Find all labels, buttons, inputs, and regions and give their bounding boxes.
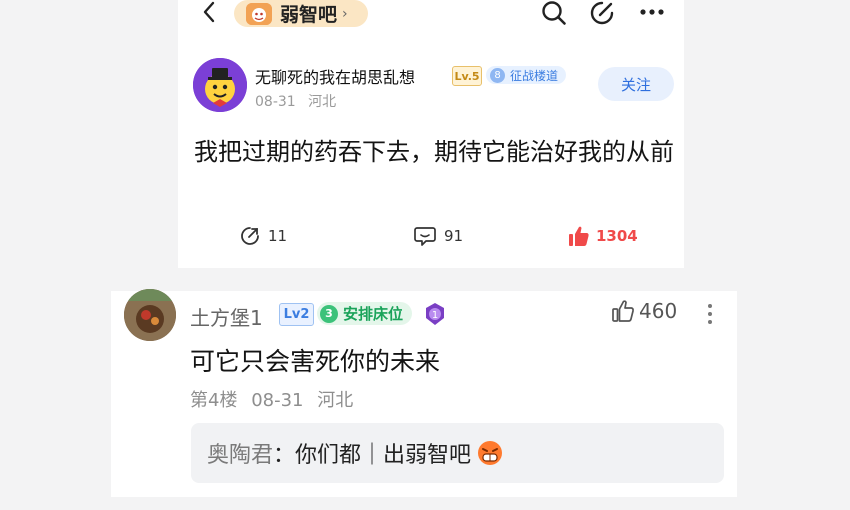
- reply-text: ：你们都｜出弱智吧: [273, 443, 472, 468]
- comment-count: 91: [444, 227, 464, 245]
- more-vertical-icon: [708, 304, 712, 324]
- edit-icon: [590, 1, 614, 25]
- post-title-label: 征战楼道: [510, 68, 559, 83]
- comment-more-button[interactable]: [698, 300, 722, 328]
- comment-button[interactable]: 91: [414, 226, 463, 246]
- follow-button[interactable]: 关注: [598, 67, 674, 101]
- medal-number: 1: [432, 310, 438, 321]
- comment-text: 可它只会害死你的未来: [190, 347, 441, 376]
- edit-button[interactable]: [588, 0, 616, 26]
- forum-name: 弱智吧: [280, 4, 338, 26]
- post-title-badge: 8 征战楼道: [486, 66, 567, 84]
- comment-date: 08-31: [251, 390, 304, 411]
- comment-location: 河北: [317, 390, 354, 411]
- post-title-number: 8: [490, 67, 505, 83]
- thumbs-up-outline-icon: [612, 300, 634, 322]
- like-count: 1304: [596, 227, 638, 245]
- comment-title-number: 3: [320, 304, 338, 323]
- reply-box[interactable]: 奥陶君 ：你们都｜出弱智吧: [191, 423, 724, 483]
- post-author-name[interactable]: 无聊死的我在胡思乱想: [255, 64, 415, 88]
- back-button[interactable]: [198, 0, 220, 24]
- more-button[interactable]: [638, 2, 666, 22]
- comment-floor: 第4楼: [190, 390, 238, 411]
- comment-like-count: 460: [639, 299, 678, 323]
- post-date: 08-31: [255, 94, 296, 110]
- post-location: 河北: [308, 94, 337, 110]
- comment-title-label: 安排床位: [343, 305, 404, 323]
- thumbs-up-icon: [569, 226, 589, 246]
- share-icon: [241, 227, 259, 245]
- comment-title-badge: 3 安排床位: [317, 302, 413, 325]
- forum-chevron: ›: [342, 5, 348, 22]
- forum-pill[interactable]: 弱智吧 ›: [234, 0, 368, 27]
- comment-author-name[interactable]: 土方堡1: [190, 302, 263, 331]
- comment-like-button[interactable]: 460: [611, 299, 677, 323]
- reply-author[interactable]: 奥陶君: [207, 437, 273, 469]
- more-horizontal-icon: [640, 9, 664, 15]
- post-meta: 08-31 河北: [255, 91, 336, 111]
- post-level-badge: Lv.5: [452, 66, 482, 86]
- search-icon: [542, 1, 566, 25]
- post-text: 我把过期的药吞下去，期待它能治好我的从前: [194, 138, 674, 166]
- grinning-emoji-icon: [478, 441, 503, 465]
- share-count: 11: [268, 227, 288, 245]
- comment-author-avatar[interactable]: [124, 289, 176, 341]
- share-button[interactable]: 11: [240, 226, 287, 246]
- chevron-left-icon: [203, 1, 215, 23]
- post-author-avatar[interactable]: [193, 58, 247, 112]
- comment-level-badge: Lv2: [279, 303, 314, 326]
- like-button[interactable]: 1304: [568, 225, 638, 247]
- comment-icon: [414, 227, 436, 246]
- forum-avatar: [246, 2, 272, 25]
- medal-icon: 1: [424, 302, 446, 326]
- search-button[interactable]: [540, 0, 568, 26]
- comment-meta: 第4楼 08-31 河北: [190, 386, 353, 412]
